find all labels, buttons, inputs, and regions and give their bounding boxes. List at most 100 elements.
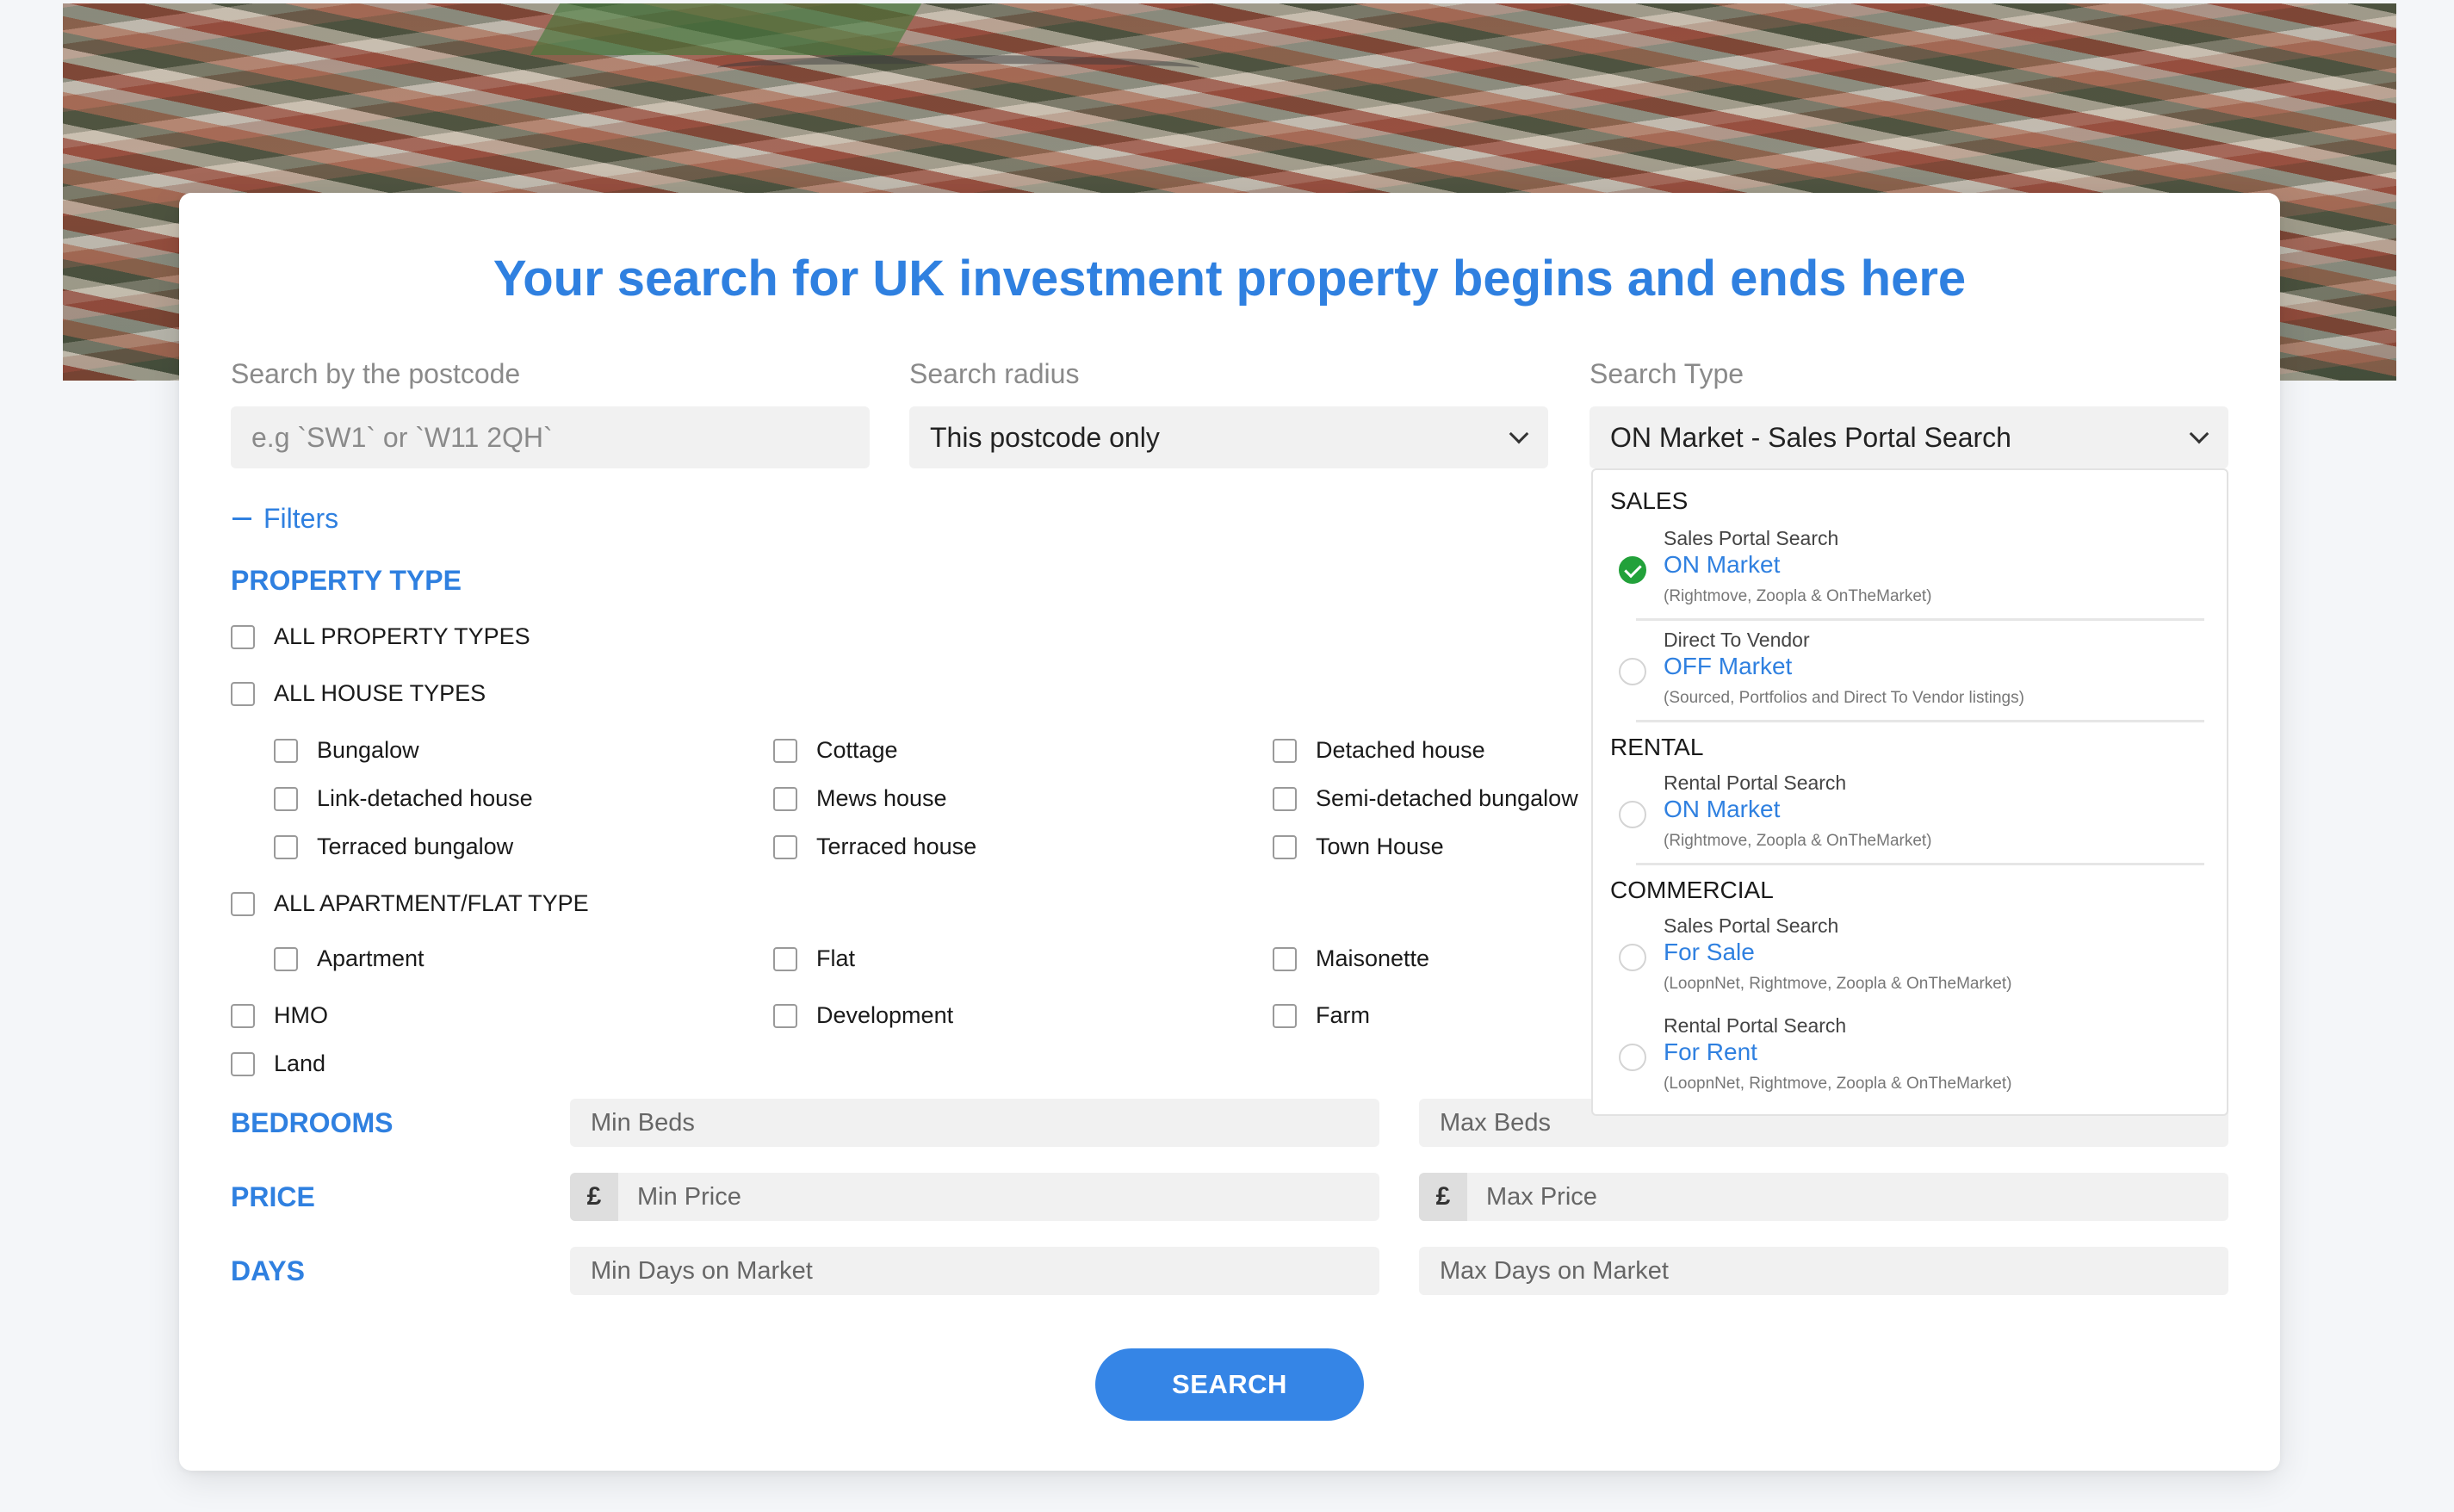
min-beds-input[interactable]: Min Beds bbox=[570, 1099, 1379, 1147]
min-days-placeholder: Min Days on Market bbox=[591, 1256, 813, 1285]
checkbox-mews-house[interactable]: Mews house bbox=[773, 785, 947, 812]
checkbox-cottage[interactable]: Cottage bbox=[773, 737, 898, 764]
checkbox-bungalow[interactable]: Bungalow bbox=[274, 737, 419, 764]
checkbox[interactable] bbox=[773, 786, 797, 811]
search-card: Your search for UK investment property b… bbox=[179, 193, 2280, 1471]
option-label: OFF Market bbox=[1664, 653, 1793, 679]
checkbox-flat[interactable]: Flat bbox=[773, 945, 855, 972]
checkbox[interactable] bbox=[274, 946, 298, 971]
checkbox-label: Terraced house bbox=[816, 833, 977, 859]
checkbox-semi-detached-bungalow[interactable]: Semi-detached bungalow bbox=[1273, 785, 1578, 812]
checkbox[interactable] bbox=[773, 946, 797, 971]
minus-icon bbox=[232, 517, 251, 520]
checkbox[interactable] bbox=[1273, 738, 1297, 763]
checkbox-label: Cottage bbox=[816, 737, 898, 763]
option-subtitle: Rental Portal Search bbox=[1664, 1014, 1847, 1037]
postcode-field[interactable] bbox=[231, 406, 870, 468]
filters-toggle[interactable]: Filters bbox=[232, 503, 338, 535]
max-days-placeholder: Max Days on Market bbox=[1440, 1256, 1669, 1285]
postcode-label: Search by the postcode bbox=[231, 358, 521, 389]
checkbox[interactable] bbox=[1273, 1003, 1297, 1028]
checkbox[interactable] bbox=[231, 681, 255, 706]
radio-icon[interactable] bbox=[1619, 801, 1646, 828]
days-title: DAYS bbox=[231, 1255, 305, 1286]
checkbox[interactable] bbox=[274, 738, 298, 763]
max-price-placeholder: Max Price bbox=[1486, 1182, 1597, 1211]
checkbox-land[interactable]: Land bbox=[231, 1050, 325, 1077]
page-title: Your search for UK investment property b… bbox=[493, 251, 1967, 307]
checkbox[interactable] bbox=[1273, 834, 1297, 859]
option-label: ON Market bbox=[1664, 796, 1781, 822]
checkbox[interactable] bbox=[1273, 786, 1297, 811]
option-note: (Sourced, Portfolios and Direct To Vendo… bbox=[1664, 689, 2024, 707]
radius-label: Search radius bbox=[909, 358, 1080, 389]
checkbox[interactable] bbox=[231, 1003, 255, 1028]
option-label: ON Market bbox=[1664, 551, 1781, 578]
option-note: (Rightmove, Zoopla & OnTheMarket) bbox=[1664, 587, 1932, 605]
radio-icon[interactable] bbox=[1619, 1044, 1646, 1071]
divider bbox=[1636, 720, 2204, 722]
pound-icon: £ bbox=[570, 1173, 618, 1221]
checkbox-apartment[interactable]: Apartment bbox=[274, 945, 424, 972]
checkbox[interactable] bbox=[274, 786, 298, 811]
checkbox-label: Bungalow bbox=[317, 737, 419, 763]
min-beds-placeholder: Min Beds bbox=[591, 1108, 695, 1137]
max-days-input[interactable]: Max Days on Market bbox=[1419, 1247, 2228, 1295]
checkbox-label: Semi-detached bungalow bbox=[1316, 785, 1578, 811]
option-note: (LoopnNet, Rightmove, Zoopla & OnTheMark… bbox=[1664, 1075, 2012, 1093]
checkbox-label: Farm bbox=[1316, 1002, 1370, 1028]
search-type-label: Search Type bbox=[1590, 358, 1744, 389]
divider bbox=[1636, 618, 2204, 621]
checkbox-label: ALL APARTMENT/FLAT TYPE bbox=[274, 890, 589, 916]
option-subtitle: Sales Portal Search bbox=[1664, 527, 1839, 549]
radio-icon[interactable] bbox=[1619, 658, 1646, 685]
option-label: For Rent bbox=[1664, 1038, 1757, 1065]
checkbox[interactable] bbox=[773, 834, 797, 859]
checkbox-label: Town House bbox=[1316, 833, 1444, 859]
min-days-input[interactable]: Min Days on Market bbox=[570, 1247, 1379, 1295]
checkbox[interactable] bbox=[231, 891, 255, 916]
checkbox[interactable] bbox=[231, 1051, 255, 1076]
checkbox-terraced-house[interactable]: Terraced house bbox=[773, 833, 976, 860]
checkbox-development[interactable]: Development bbox=[773, 1002, 953, 1029]
option-subtitle: Direct To Vendor bbox=[1664, 629, 1810, 651]
checkbox[interactable] bbox=[773, 1003, 797, 1028]
checkbox-label: Development bbox=[816, 1002, 954, 1028]
group-sales-title: SALES bbox=[1610, 487, 1689, 514]
checkbox-all-house-types[interactable]: ALL HOUSE TYPES bbox=[231, 680, 486, 707]
checkbox-town-house[interactable]: Town House bbox=[1273, 833, 1444, 860]
checkbox[interactable] bbox=[773, 738, 797, 763]
min-price-placeholder: Min Price bbox=[637, 1182, 741, 1211]
checkbox[interactable] bbox=[274, 834, 298, 859]
checkbox-label: Terraced bungalow bbox=[317, 833, 514, 859]
checkbox-maisonette[interactable]: Maisonette bbox=[1273, 945, 1429, 972]
hero-park bbox=[530, 3, 922, 55]
checkbox-terraced-bungalow[interactable]: Terraced bungalow bbox=[274, 833, 513, 860]
checkbox-all-property-types[interactable]: ALL PROPERTY TYPES bbox=[231, 623, 530, 650]
min-price-input[interactable]: £ Min Price bbox=[570, 1173, 1379, 1221]
check-circle-icon[interactable] bbox=[1619, 556, 1646, 584]
checkbox-label: Land bbox=[274, 1050, 326, 1076]
checkbox-detached-house[interactable]: Detached house bbox=[1273, 737, 1485, 764]
checkbox-hmo[interactable]: HMO bbox=[231, 1002, 328, 1029]
checkbox-all-apartment-types[interactable]: ALL APARTMENT/FLAT TYPE bbox=[231, 890, 589, 917]
radius-select[interactable]: This postcode only bbox=[909, 406, 1548, 468]
search-type-value: ON Market - Sales Portal Search bbox=[1610, 421, 2011, 453]
search-type-select[interactable]: ON Market - Sales Portal Search bbox=[1590, 406, 2228, 468]
checkbox[interactable] bbox=[231, 624, 255, 649]
search-button[interactable]: SEARCH bbox=[1095, 1348, 1364, 1421]
group-rental-title: RENTAL bbox=[1610, 734, 1704, 760]
chevron-down-icon bbox=[2189, 424, 2209, 444]
postcode-input[interactable] bbox=[251, 421, 870, 454]
checkbox-label: ALL HOUSE TYPES bbox=[274, 680, 486, 706]
radio-icon[interactable] bbox=[1619, 944, 1646, 971]
checkbox-label: Link-detached house bbox=[317, 785, 533, 811]
checkbox-farm[interactable]: Farm bbox=[1273, 1002, 1370, 1029]
checkbox-label: Mews house bbox=[816, 785, 947, 811]
option-label: For Sale bbox=[1664, 939, 1755, 965]
max-price-input[interactable]: £ Max Price bbox=[1419, 1173, 2228, 1221]
checkbox[interactable] bbox=[1273, 946, 1297, 971]
search-type-dropdown: SALES Sales Portal Search ON Market (Rig… bbox=[1591, 468, 2228, 1116]
checkbox-link-detached-house[interactable]: Link-detached house bbox=[274, 785, 533, 812]
bedrooms-title: BEDROOMS bbox=[231, 1107, 394, 1138]
